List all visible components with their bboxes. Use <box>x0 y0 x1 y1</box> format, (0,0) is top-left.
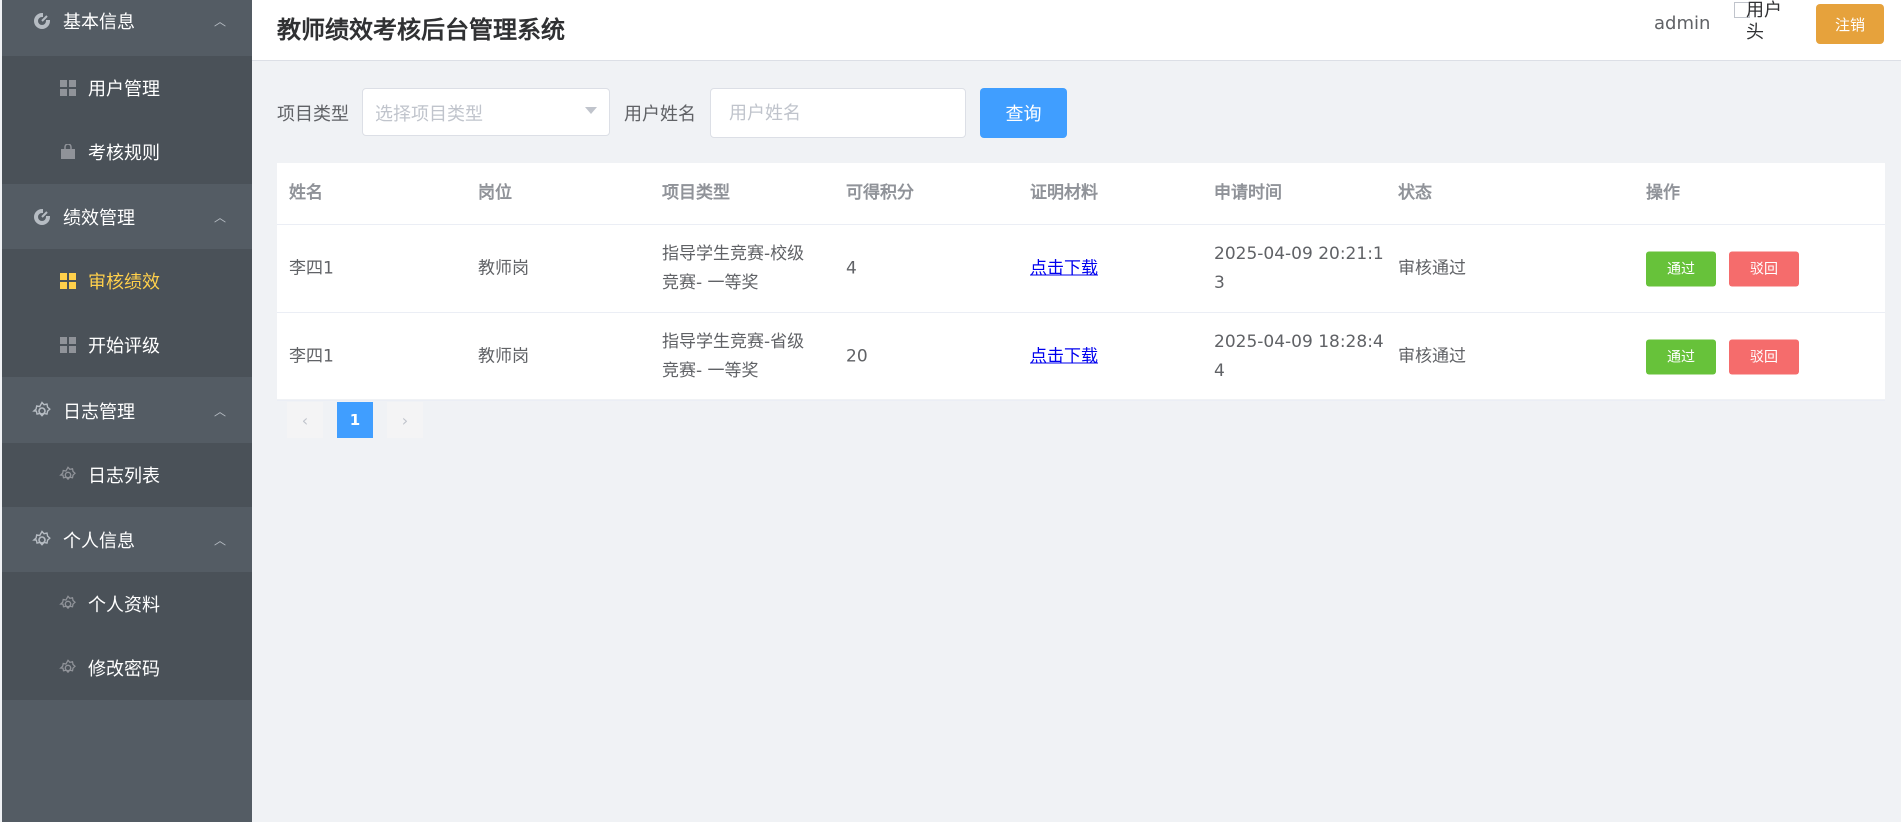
select-placeholder: 选择项目类型 <box>375 104 483 125</box>
top-header: 教师绩效考核后台管理系统 admin 用户头 注销 <box>252 0 1901 61</box>
user-name-input[interactable] <box>710 88 966 138</box>
sidebar-item-label: 开始评级 <box>88 336 160 357</box>
approve-button[interactable]: 通过 <box>1646 339 1716 374</box>
cell-line: 竞赛- 一等奖 <box>662 272 759 293</box>
sidebar-item-start-rating[interactable]: 开始评级 <box>2 313 252 377</box>
cell-line: 2025-04-09 20:21:1 <box>1214 243 1384 264</box>
menu-group-basic-info[interactable]: 基本信息 ︿ <box>2 0 252 53</box>
cell-points: 20 <box>846 346 868 366</box>
project-type-label: 项目类型 <box>277 104 349 125</box>
gear-icon <box>58 594 78 614</box>
sidebar-item-label: 个人资料 <box>88 595 160 616</box>
column-header: 姓名 <box>289 183 323 203</box>
caret-down-icon <box>585 107 597 114</box>
gear-icon <box>31 400 53 422</box>
cell-line: 指导学生竞赛-省级 <box>662 331 805 352</box>
cell-apply-time: 2025-04-09 18:28:4 4 <box>1214 328 1384 386</box>
column-header: 操作 <box>1646 183 1680 203</box>
download-link[interactable]: 点击下载 <box>1030 342 1098 371</box>
download-link[interactable]: 点击下载 <box>1030 254 1098 283</box>
cell-line: 竞赛- 一等奖 <box>662 360 759 381</box>
grid-icon <box>58 335 78 355</box>
sidebar-item-change-password[interactable]: 修改密码 <box>2 636 252 700</box>
column-header: 岗位 <box>478 183 512 203</box>
page-number-button[interactable]: 1 <box>337 402 373 438</box>
menu-group-performance[interactable]: 绩效管理 ︿ <box>2 184 252 249</box>
cell-name: 李四1 <box>289 346 334 366</box>
prev-page-button[interactable]: ‹ <box>287 402 323 438</box>
column-header: 申请时间 <box>1214 183 1282 203</box>
column-header: 状态 <box>1398 183 1432 203</box>
chart-icon <box>31 206 53 228</box>
cell-line: 3 <box>1214 272 1225 293</box>
cell-project-type: 指导学生竞赛-省级 竞赛- 一等奖 <box>662 328 804 386</box>
chevron-up-icon: ︿ <box>213 533 226 547</box>
column-header: 可得积分 <box>846 183 914 203</box>
avatar-alt-text: 用户头 <box>1746 0 1782 43</box>
chevron-up-icon: ︿ <box>213 210 226 224</box>
cell-apply-time: 2025-04-09 20:21:1 3 <box>1214 240 1384 298</box>
cell-project-type: 指导学生竞赛-校级 竞赛- 一等奖 <box>662 240 804 298</box>
avatar[interactable]: 用户头 <box>1732 0 1788 48</box>
cell-status: 审核通过 <box>1398 346 1466 366</box>
table-row: 李四1 教师岗 指导学生竞赛-省级 竞赛- 一等奖 20 点击下载 2025-0… <box>277 313 1885 401</box>
sidebar-item-user-management[interactable]: 用户管理 <box>2 56 252 120</box>
menu-group-label: 个人信息 <box>63 530 135 552</box>
menu-group-label: 基本信息 <box>63 11 135 33</box>
gear-icon <box>58 658 78 678</box>
column-header: 项目类型 <box>662 183 730 203</box>
column-header: 证明材料 <box>1030 183 1098 203</box>
reject-button[interactable]: 驳回 <box>1729 251 1799 286</box>
chevron-up-icon: ︿ <box>213 14 226 28</box>
project-type-select[interactable]: 选择项目类型 <box>362 88 610 136</box>
gear-icon <box>31 529 53 551</box>
grid-icon <box>58 78 78 98</box>
cell-line: 4 <box>1214 360 1225 381</box>
sidebar: 基本信息 ︿ 用户管理 考核规则 绩效管理 ︿ 审核绩效 开始评级 日志管理 ︿… <box>2 0 252 822</box>
menu-group-logs[interactable]: 日志管理 ︿ <box>2 378 252 443</box>
reject-button[interactable]: 驳回 <box>1729 339 1799 374</box>
table-row: 李四1 教师岗 指导学生竞赛-校级 竞赛- 一等奖 4 点击下载 2025-04… <box>277 225 1885 313</box>
page-title: 教师绩效考核后台管理系统 <box>277 16 565 44</box>
sidebar-item-label: 日志列表 <box>88 466 160 487</box>
sidebar-item-assessment-rules[interactable]: 考核规则 <box>2 120 252 184</box>
approve-button[interactable]: 通过 <box>1646 251 1716 286</box>
sidebar-item-label: 用户管理 <box>88 79 160 100</box>
sidebar-item-label: 考核规则 <box>88 143 160 164</box>
menu-group-personal-info[interactable]: 个人信息 ︿ <box>2 507 252 572</box>
sidebar-item-review-performance[interactable]: 审核绩效 <box>2 249 252 313</box>
sidebar-item-label: 审核绩效 <box>88 272 160 293</box>
chart-icon <box>31 10 53 32</box>
cell-line: 指导学生竞赛-校级 <box>662 243 805 264</box>
menu-group-label: 日志管理 <box>63 401 135 423</box>
cell-position: 教师岗 <box>478 258 529 278</box>
sidebar-item-profile[interactable]: 个人资料 <box>2 572 252 636</box>
chevron-up-icon: ︿ <box>213 404 226 418</box>
grid-icon <box>58 271 78 291</box>
sidebar-item-log-list[interactable]: 日志列表 <box>2 443 252 507</box>
cell-name: 李四1 <box>289 258 334 278</box>
cell-status: 审核通过 <box>1398 258 1466 278</box>
cell-position: 教师岗 <box>478 346 529 366</box>
search-button[interactable]: 查询 <box>980 88 1067 138</box>
menu-group-label: 绩效管理 <box>63 207 135 229</box>
logout-button[interactable]: 注销 <box>1816 4 1884 44</box>
username: admin <box>1654 13 1711 34</box>
pagination: ‹ 1 › <box>287 402 437 438</box>
next-page-button[interactable]: › <box>387 402 423 438</box>
sidebar-item-label: 修改密码 <box>88 659 160 680</box>
gear-icon <box>58 465 78 485</box>
cell-line: 2025-04-09 18:28:4 <box>1214 331 1384 352</box>
user-name-label: 用户姓名 <box>624 104 696 125</box>
cell-points: 4 <box>846 258 857 278</box>
performance-table: 姓名 岗位 项目类型 可得积分 证明材料 申请时间 状态 操作 李四1 教师岗 … <box>277 163 1885 401</box>
bag-icon <box>58 142 78 162</box>
